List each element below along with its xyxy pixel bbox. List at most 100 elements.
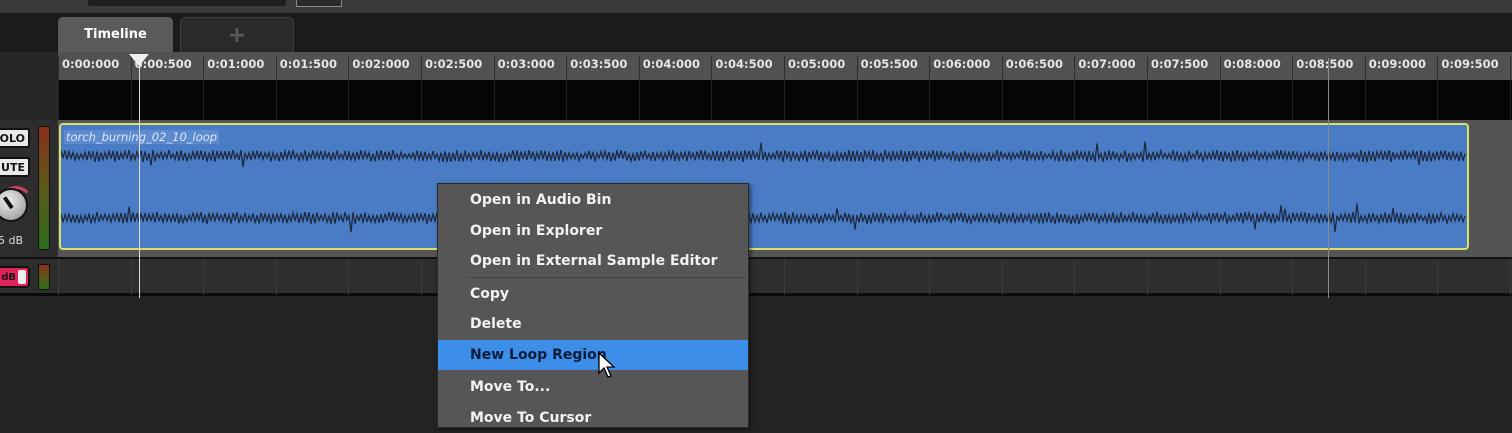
menu-item-open-in-audio-bin[interactable]: Open in Audio Bin <box>438 185 748 215</box>
ruler-tick <box>856 56 858 80</box>
waveform-left-channel <box>61 141 1466 168</box>
top-small-button[interactable] <box>296 0 342 7</box>
ruler-tick <box>1147 56 1148 80</box>
ruler-tick-label: 0:02:500 <box>425 57 483 71</box>
marker-lane-gridline <box>421 80 422 120</box>
db-toggle[interactable]: dB <box>0 266 30 288</box>
ruler-tick-label: 0:02:000 <box>352 57 410 71</box>
automation-header: dB <box>0 257 58 296</box>
automation-gridline <box>1437 259 1439 295</box>
marker-lane-gridline <box>929 80 931 120</box>
ruler-tick <box>348 56 350 80</box>
ruler-tick <box>1437 56 1439 80</box>
ruler-tick-label: 0:09:000 <box>1368 57 1427 71</box>
ruler-tick <box>784 56 785 80</box>
ruler-tick-label: 0:06:000 <box>933 57 991 71</box>
automation-gridline <box>1364 259 1366 295</box>
ruler-tick-label: 0:07:500 <box>1151 57 1209 71</box>
automation-gridline <box>58 259 59 295</box>
menu-item-move-to[interactable]: Move To... <box>438 372 748 402</box>
ruler-tick <box>1364 56 1366 80</box>
marker-lane-gridline <box>348 80 350 120</box>
automation-gridline <box>421 259 422 295</box>
ruler-tick <box>421 56 422 80</box>
ruler-tick <box>1074 56 1076 80</box>
ruler-tick <box>1219 56 1221 80</box>
marker-lane[interactable] <box>58 80 1512 120</box>
ruler-tick-label: 0:08:000 <box>1223 57 1281 71</box>
ruler-tick-label: 0:05:000 <box>788 57 846 71</box>
ruler-tick-label: 0:09:500 <box>1441 57 1499 71</box>
ruler-tick <box>1292 56 1294 80</box>
add-tab-button[interactable]: + <box>180 17 294 52</box>
menu-item-new-loop-region[interactable]: New Loop Region <box>438 340 748 370</box>
marker-lane-gridline <box>1510 80 1511 120</box>
ruler-tick-label: 0:04:500 <box>715 57 773 71</box>
marker-lane-gutter <box>0 80 58 120</box>
marker-lane-gridline <box>203 80 205 120</box>
automation-gridline <box>784 259 785 295</box>
ruler-tick-label: 0:06:500 <box>1005 57 1064 71</box>
marker-lane-gridline <box>566 80 568 120</box>
ruler-tick-label: 0:04:000 <box>642 57 701 71</box>
ruler-tick <box>566 56 568 80</box>
ruler-tick <box>58 56 59 80</box>
automation-gridline <box>1292 259 1294 295</box>
ruler-tick <box>203 56 205 80</box>
tab-timeline[interactable]: Timeline <box>58 17 173 52</box>
marker-lane-gridline <box>58 80 59 120</box>
marker-lane-gridline <box>1147 80 1148 120</box>
ruler-tick <box>1001 56 1003 80</box>
menu-item-move-to-cursor[interactable]: Move To Cursor <box>438 403 748 433</box>
ruler-tick-label: 0:03:500 <box>570 57 628 71</box>
ruler-tick-label: 0:03:000 <box>497 57 555 71</box>
menu-item-open-in-external-editor[interactable]: Open in External Sample Editor <box>438 246 748 276</box>
mute-button[interactable]: UTE <box>0 157 30 177</box>
ruler-tick-label: 0:05:500 <box>860 57 918 71</box>
menu-item-copy[interactable]: Copy <box>438 279 748 309</box>
marker-lane-gridline <box>1074 80 1076 120</box>
ruler-tick <box>493 56 495 80</box>
marker-lane-gridline <box>784 80 785 120</box>
automation-meter <box>38 264 50 290</box>
automation-gridline <box>1219 259 1221 295</box>
marker-lane-gridline <box>711 80 713 120</box>
automation-lane[interactable] <box>58 257 1512 296</box>
ruler-tick-label: 0:01:000 <box>207 57 265 71</box>
marker-lane-gridline <box>275 80 277 120</box>
time-ruler[interactable]: 0:00:000 0:00:500 0:01:000 0:01:500 0:02:000… <box>58 52 1512 80</box>
marker-lane-gridline <box>1292 80 1294 120</box>
ruler-tick <box>638 56 640 80</box>
top-input-field[interactable] <box>88 0 286 6</box>
ruler-tick-label: 0:00:000 <box>62 57 120 71</box>
playhead[interactable] <box>139 60 140 298</box>
audio-clip[interactable]: torch_burning_02_10_loop <box>59 123 1469 250</box>
marker-lane-gridline <box>1437 80 1439 120</box>
automation-gridline <box>929 259 931 295</box>
ruler-tick-label: 0:07:000 <box>1078 57 1136 71</box>
automation-gridline <box>856 259 858 295</box>
context-menu: Open in Audio Bin Open in Explorer Open … <box>437 183 749 428</box>
ruler-tick <box>929 56 931 80</box>
marker-lane-gridline <box>1364 80 1366 120</box>
ruler-tick <box>275 56 277 80</box>
menu-item-delete[interactable]: Delete <box>438 309 748 339</box>
loop-end-marker[interactable] <box>1328 58 1329 298</box>
marker-lane-gridline <box>856 80 858 120</box>
marker-lane-gridline <box>1001 80 1003 120</box>
automation-gridline <box>1001 259 1003 295</box>
menu-item-open-in-explorer[interactable]: Open in Explorer <box>438 216 748 246</box>
automation-gridline <box>275 259 277 295</box>
automation-gridline <box>348 259 350 295</box>
automation-gridline <box>1074 259 1076 295</box>
ruler-gutter <box>0 52 58 80</box>
playhead-handle-icon[interactable] <box>129 54 149 66</box>
ruler-tick-label: 0:01:500 <box>279 57 338 71</box>
marker-lane-gridline <box>130 80 132 120</box>
solo-button[interactable]: OLO <box>0 128 30 148</box>
mouse-cursor-icon <box>598 352 616 378</box>
menu-separator <box>468 277 746 278</box>
level-meter <box>38 126 50 250</box>
automation-gridline <box>1147 259 1148 295</box>
automation-gridline <box>1510 259 1511 295</box>
